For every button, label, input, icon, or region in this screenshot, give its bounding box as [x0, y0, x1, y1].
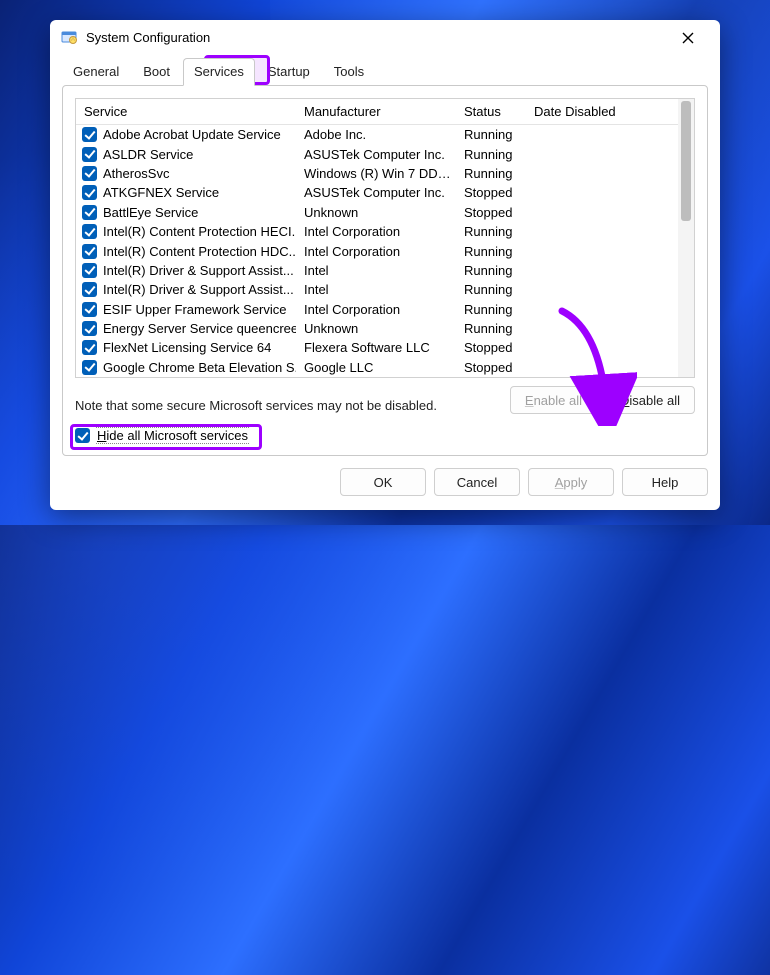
disable-all-button[interactable]: Disable all [605, 386, 695, 414]
manufacturer-cell: Intel Corporation [296, 244, 456, 259]
table-row[interactable]: Intel(R) Content Protection HECI...Intel… [76, 222, 678, 241]
table-row[interactable]: ASLDR Service ASUSTek Computer Inc.Runnin… [76, 144, 678, 163]
table-row[interactable]: Adobe Acrobat Update Service Adobe Inc.Ru… [76, 125, 678, 144]
service-name: Google Chrome Beta Elevation S... [103, 360, 296, 375]
dialog-buttons: OK Cancel Apply Help [50, 468, 720, 510]
help-button[interactable]: Help [622, 468, 708, 496]
close-button[interactable] [666, 23, 710, 53]
msconfig-icon [60, 29, 78, 47]
service-name: ASLDR Service [103, 147, 193, 162]
table-row[interactable]: Intel(R) Driver & Support Assist...Intel… [76, 280, 678, 299]
table-row[interactable]: AtherosSvc Windows (R) Win 7 DDK p...Runn… [76, 164, 678, 183]
table-row[interactable]: ESIF Upper Framework Service Intel Corpor… [76, 300, 678, 319]
apply-button: Apply [528, 468, 614, 496]
manufacturer-cell: Intel Corporation [296, 302, 456, 317]
col-manufacturer[interactable]: Manufacturer [296, 99, 456, 124]
table-row[interactable]: Intel(R) Content Protection HDC...Intel … [76, 241, 678, 260]
manufacturer-cell: ASUSTek Computer Inc. [296, 147, 456, 162]
row-checkbox[interactable] [82, 224, 97, 239]
manufacturer-cell: Intel Corporation [296, 224, 456, 239]
row-checkbox[interactable] [82, 360, 97, 375]
service-name: ESIF Upper Framework Service [103, 302, 287, 317]
services-list: Service Manufacturer Status Date Disable… [75, 98, 695, 378]
row-checkbox[interactable] [82, 127, 97, 142]
scrollbar-thumb[interactable] [681, 101, 691, 221]
manufacturer-cell: Google LLC [296, 360, 456, 375]
row-checkbox[interactable] [82, 166, 97, 181]
manufacturer-cell: ASUSTek Computer Inc. [296, 185, 456, 200]
status-cell: Running [456, 244, 526, 259]
system-configuration-window: System Configuration General Boot Servic… [50, 20, 720, 510]
row-checkbox[interactable] [82, 244, 97, 259]
status-cell: Stopped [456, 185, 526, 200]
service-name: Intel(R) Content Protection HDC... [103, 244, 296, 259]
tab-boot[interactable]: Boot [132, 58, 181, 86]
status-cell: Running [456, 224, 526, 239]
status-cell: Running [456, 302, 526, 317]
table-row[interactable]: ATKGFNEX Service ASUSTek Computer Inc.Sto… [76, 183, 678, 202]
list-header: Service Manufacturer Status Date Disable… [76, 99, 678, 125]
services-panel: Service Manufacturer Status Date Disable… [62, 85, 708, 456]
table-row[interactable]: Google Chrome Beta Elevation S...Google … [76, 358, 678, 377]
hide-microsoft-label: Hide all Microsoft services [96, 428, 249, 443]
tab-strip: General Boot Services Startup Tools [50, 57, 720, 85]
col-date-disabled[interactable]: Date Disabled [526, 99, 656, 124]
row-checkbox[interactable] [82, 302, 97, 317]
status-cell: Stopped [456, 360, 526, 375]
manufacturer-cell: Unknown [296, 205, 456, 220]
tab-startup[interactable]: Startup [257, 58, 321, 86]
ok-button[interactable]: OK [340, 468, 426, 496]
status-cell: Running [456, 321, 526, 336]
window-title: System Configuration [86, 30, 210, 45]
manufacturer-cell: Flexera Software LLC [296, 340, 456, 355]
service-name: Adobe Acrobat Update Service [103, 127, 281, 142]
row-checkbox[interactable] [82, 147, 97, 162]
manufacturer-cell: Unknown [296, 321, 456, 336]
service-name: Intel(R) Driver & Support Assist... [103, 282, 294, 297]
tab-services[interactable]: Services [183, 58, 255, 86]
close-icon [682, 32, 694, 44]
status-cell: Running [456, 127, 526, 142]
table-row[interactable]: FlexNet Licensing Service 64 Flexera Soft… [76, 338, 678, 357]
row-checkbox[interactable] [82, 321, 97, 336]
table-row[interactable]: BattlEye Service UnknownStopped [76, 203, 678, 222]
service-name: AtherosSvc [103, 166, 169, 181]
service-name: ATKGFNEX Service [103, 185, 219, 200]
manufacturer-cell: Windows (R) Win 7 DDK p... [296, 166, 456, 181]
col-service[interactable]: Service [76, 99, 296, 124]
row-checkbox[interactable] [82, 282, 97, 297]
note-text: Note that some secure Microsoft services… [75, 398, 437, 413]
service-name: Energy Server Service queencreek [103, 321, 296, 336]
service-name: FlexNet Licensing Service 64 [103, 340, 271, 355]
status-cell: Running [456, 282, 526, 297]
service-name: BattlEye Service [103, 205, 198, 220]
row-checkbox[interactable] [82, 340, 97, 355]
status-cell: Stopped [456, 340, 526, 355]
enable-all-button: Enable all [510, 386, 597, 414]
manufacturer-cell: Adobe Inc. [296, 127, 456, 142]
table-row[interactable]: Intel(R) Driver & Support Assist...Intel… [76, 261, 678, 280]
col-status[interactable]: Status [456, 99, 526, 124]
service-name: Intel(R) Content Protection HECI... [103, 224, 296, 239]
tab-general[interactable]: General [62, 58, 130, 86]
status-cell: Running [456, 147, 526, 162]
hide-microsoft-checkbox[interactable] [75, 428, 90, 443]
row-checkbox[interactable] [82, 185, 97, 200]
tab-tools[interactable]: Tools [323, 58, 375, 86]
scrollbar[interactable] [678, 99, 694, 377]
table-row[interactable]: Energy Server Service queencreekUnknownR… [76, 319, 678, 338]
row-checkbox[interactable] [82, 205, 97, 220]
manufacturer-cell: Intel [296, 282, 456, 297]
hide-microsoft-services-option[interactable]: Hide all Microsoft services [75, 428, 695, 443]
status-cell: Running [456, 263, 526, 278]
manufacturer-cell: Intel [296, 263, 456, 278]
row-checkbox[interactable] [82, 263, 97, 278]
status-cell: Stopped [456, 205, 526, 220]
service-name: Intel(R) Driver & Support Assist... [103, 263, 294, 278]
cancel-button[interactable]: Cancel [434, 468, 520, 496]
titlebar: System Configuration [50, 20, 720, 55]
status-cell: Running [456, 166, 526, 181]
